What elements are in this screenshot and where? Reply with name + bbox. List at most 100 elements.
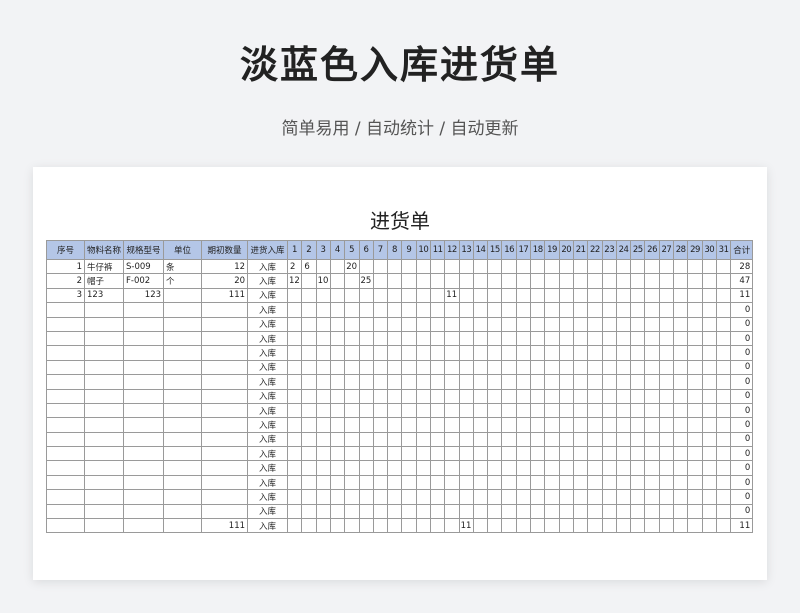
cell-initial-qty[interactable] [201, 460, 249, 476]
cell-day-31[interactable] [715, 359, 732, 376]
cell-day-17[interactable] [515, 388, 532, 404]
cell-day-5[interactable] [344, 446, 360, 462]
cell-day-28[interactable] [673, 431, 689, 448]
cell-day-9[interactable] [401, 345, 417, 361]
cell-day-10[interactable] [415, 330, 431, 347]
cell-day-22[interactable] [587, 330, 603, 347]
cell-day-2[interactable] [301, 417, 317, 433]
cell-day-16[interactable] [501, 474, 517, 491]
cell-day-29[interactable] [687, 460, 703, 476]
cell-day-28[interactable] [673, 302, 689, 318]
cell-day-4[interactable] [329, 302, 346, 318]
cell-day-19[interactable] [544, 316, 560, 332]
cell-total[interactable]: 0 [730, 316, 754, 332]
cell-day-24[interactable] [615, 446, 632, 462]
cell-day-31[interactable] [715, 258, 732, 275]
cell-day-10[interactable] [415, 316, 431, 332]
cell-day-4[interactable] [329, 489, 346, 505]
cell-day-4[interactable] [329, 330, 346, 347]
cell-unit[interactable]: 条 [163, 258, 203, 275]
cell-day-11[interactable] [429, 374, 446, 390]
cell-day-29[interactable] [687, 431, 703, 448]
cell-day-23[interactable] [601, 489, 617, 505]
cell-day-17[interactable] [515, 402, 532, 419]
cell-day-5[interactable] [344, 518, 360, 534]
cell-day-8[interactable] [387, 273, 403, 289]
cell-day-16[interactable] [501, 345, 517, 361]
cell-day-18[interactable] [530, 316, 546, 332]
cell-day-30[interactable] [701, 489, 717, 505]
cell-initial-qty[interactable]: 111 [201, 518, 249, 534]
cell-day-19[interactable] [544, 460, 560, 476]
cell-day-9[interactable] [401, 374, 417, 390]
cell-unit[interactable] [163, 503, 203, 520]
cell-day-18[interactable] [530, 273, 546, 289]
cell-day-18[interactable] [530, 417, 546, 433]
cell-day-31[interactable] [715, 345, 732, 361]
cell-material-name[interactable] [83, 518, 125, 534]
cell-day-3[interactable] [315, 503, 331, 520]
cell-day-17[interactable] [515, 474, 532, 491]
cell-initial-qty[interactable] [201, 474, 249, 491]
cell-day-11[interactable] [429, 316, 446, 332]
cell-day-16[interactable] [501, 402, 517, 419]
cell-day-31[interactable] [715, 431, 732, 448]
cell-day-8[interactable] [387, 316, 403, 332]
cell-day-16[interactable] [501, 503, 517, 520]
cell-day-27[interactable] [658, 359, 675, 376]
cell-day-24[interactable] [615, 460, 632, 476]
cell-day-5[interactable] [344, 460, 360, 476]
cell-day-28[interactable] [673, 273, 689, 289]
cell-day-20[interactable] [558, 388, 574, 404]
cell-day-3[interactable] [315, 302, 331, 318]
cell-day-14[interactable] [472, 431, 489, 448]
cell-day-2[interactable] [301, 345, 317, 361]
cell-initial-qty[interactable] [201, 489, 249, 505]
cell-initial-qty[interactable] [201, 446, 249, 462]
cell-seq-no[interactable] [46, 374, 85, 390]
cell-day-4[interactable] [329, 431, 346, 448]
cell-day-13[interactable] [458, 316, 474, 332]
cell-day-9[interactable] [401, 388, 417, 404]
cell-day-26[interactable] [644, 388, 660, 404]
cell-day-3[interactable] [315, 474, 331, 491]
cell-day-23[interactable] [601, 374, 617, 390]
cell-day-6[interactable] [358, 374, 374, 390]
cell-day-12[interactable] [444, 302, 460, 318]
cell-day-9[interactable] [401, 489, 417, 505]
cell-day-6[interactable] [358, 474, 374, 491]
cell-day-15[interactable] [487, 374, 503, 390]
cell-day-25[interactable] [630, 518, 646, 534]
cell-total[interactable]: 0 [730, 489, 754, 505]
cell-day-31[interactable] [715, 474, 732, 491]
cell-day-2[interactable] [301, 431, 317, 448]
cell-day-17[interactable] [515, 287, 532, 304]
cell-day-21[interactable] [572, 417, 589, 433]
cell-day-6[interactable] [358, 402, 374, 419]
cell-day-16[interactable] [501, 460, 517, 476]
cell-initial-qty[interactable] [201, 316, 249, 332]
cell-entry-type[interactable]: 入库 [247, 431, 289, 448]
cell-day-30[interactable] [701, 287, 717, 304]
cell-day-7[interactable] [372, 359, 389, 376]
cell-day-7[interactable] [372, 446, 389, 462]
cell-day-2[interactable] [301, 474, 317, 491]
cell-day-17[interactable] [515, 417, 532, 433]
cell-day-18[interactable] [530, 489, 546, 505]
cell-day-27[interactable] [658, 316, 675, 332]
cell-day-13[interactable] [458, 402, 474, 419]
cell-day-30[interactable] [701, 273, 717, 289]
cell-day-26[interactable] [644, 489, 660, 505]
cell-material-name[interactable] [83, 388, 125, 404]
cell-day-30[interactable] [701, 388, 717, 404]
cell-day-31[interactable] [715, 446, 732, 462]
cell-material-name[interactable] [83, 330, 125, 347]
cell-day-26[interactable] [644, 402, 660, 419]
cell-day-24[interactable] [615, 330, 632, 347]
cell-day-6[interactable] [358, 503, 374, 520]
cell-day-17[interactable] [515, 460, 532, 476]
cell-unit[interactable] [163, 446, 203, 462]
cell-entry-type[interactable]: 入库 [247, 302, 289, 318]
cell-day-4[interactable] [329, 316, 346, 332]
cell-day-31[interactable] [715, 316, 732, 332]
